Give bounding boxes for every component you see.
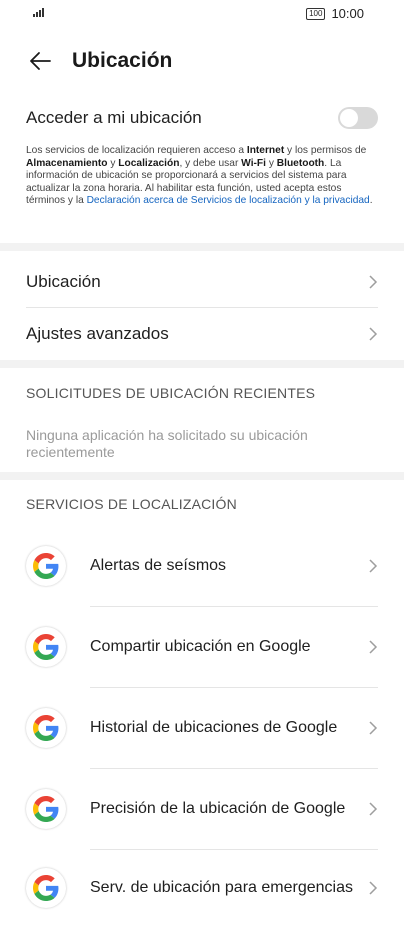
menu-item-ubicacion[interactable]: Ubicación bbox=[26, 256, 378, 308]
service-label: Alertas de seísmos bbox=[90, 557, 227, 574]
chevron-right-icon bbox=[369, 559, 378, 573]
menu-item-label: Ubicación bbox=[26, 272, 101, 291]
arrow-left-icon bbox=[30, 52, 51, 70]
location-access-label: Acceder a mi ubicación bbox=[26, 108, 202, 127]
chevron-right-icon bbox=[369, 721, 378, 735]
status-time: 10:00 bbox=[331, 6, 364, 21]
chevron-right-icon bbox=[369, 327, 378, 341]
service-label: Serv. de ubicación para emergencias bbox=[90, 879, 353, 896]
service-item[interactable]: Serv. de ubicación para emergencias bbox=[26, 848, 378, 928]
menu-item-ajustes-avanzados[interactable]: Ajustes avanzados bbox=[26, 308, 378, 360]
recent-requests-empty: Ninguna aplicación ha solicitado su ubic… bbox=[26, 427, 308, 460]
menu-item-label: Ajustes avanzados bbox=[26, 324, 169, 343]
section-gap bbox=[0, 243, 404, 251]
recent-requests-header: SOLICITUDES DE UBICACIÓN RECIENTES bbox=[26, 385, 316, 401]
service-item[interactable]: Compartir ubicación en Google bbox=[26, 607, 378, 687]
location-access-switch[interactable] bbox=[338, 107, 378, 129]
google-icon bbox=[26, 627, 66, 667]
app-bar: Ubicación bbox=[0, 36, 404, 86]
page-title: Ubicación bbox=[72, 49, 173, 72]
location-services-header: SERVICIOS DE LOCALIZACIÓN bbox=[26, 496, 237, 512]
google-icon bbox=[26, 708, 66, 748]
google-icon bbox=[26, 546, 66, 586]
service-label: Precisión de la ubicación de Google bbox=[90, 800, 346, 817]
switch-knob bbox=[340, 109, 358, 127]
chevron-right-icon bbox=[369, 881, 378, 895]
service-item[interactable]: Alertas de seísmos bbox=[26, 526, 378, 606]
service-item[interactable]: Historial de ubicaciones de Google bbox=[26, 688, 378, 768]
service-label: Compartir ubicación en Google bbox=[90, 638, 311, 655]
service-item[interactable]: Precisión de la ubicación de Google bbox=[26, 769, 378, 849]
section-gap bbox=[0, 472, 404, 480]
back-button[interactable] bbox=[26, 47, 54, 75]
chevron-right-icon bbox=[369, 802, 378, 816]
chevron-right-icon bbox=[369, 640, 378, 654]
google-icon bbox=[26, 789, 66, 829]
section-gap bbox=[0, 360, 404, 368]
chevron-right-icon bbox=[369, 275, 378, 289]
battery-icon: 100 bbox=[306, 7, 326, 20]
status-bar: 100 10:00 bbox=[0, 0, 404, 28]
location-access-row[interactable]: Acceder a mi ubicación bbox=[26, 104, 378, 132]
location-description: Los servicios de localización requieren … bbox=[26, 145, 373, 207]
signal-icon bbox=[33, 8, 44, 17]
privacy-link[interactable]: Declaración acerca de Servicios de local… bbox=[87, 195, 370, 206]
google-icon bbox=[26, 868, 66, 908]
service-label: Historial de ubicaciones de Google bbox=[90, 719, 338, 736]
